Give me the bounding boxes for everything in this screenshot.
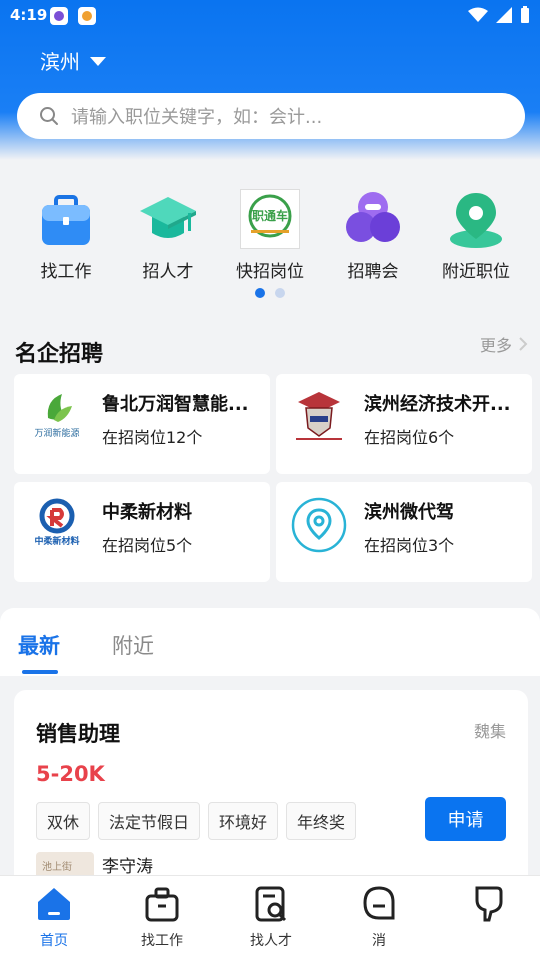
company-job-count: 在招岗位5个 — [102, 536, 193, 555]
company-logo — [290, 496, 348, 554]
nav-label: 找工作 — [141, 933, 183, 949]
bottom-nav: 首页 找工作 找人才 消 — [0, 875, 540, 960]
job-title: 销售助理 — [36, 722, 120, 746]
job-location: 魏集 — [473, 722, 506, 741]
more-label: 更多 — [479, 336, 512, 355]
zhitongche-logo-icon: 职通车 — [240, 189, 300, 249]
quick-item-job-fair[interactable]: 招聘会 — [319, 185, 427, 282]
map-pin-icon — [446, 189, 506, 249]
city-label: 滨州 — [40, 50, 80, 74]
company-job-count: 在招岗位3个 — [364, 536, 455, 555]
company-job-count: 在招岗位6个 — [364, 428, 455, 447]
quick-item-nearby-jobs[interactable]: 附近职位 — [422, 185, 530, 282]
job-tag: 双休 — [36, 802, 91, 840]
company-name: 中柔新材料 — [102, 502, 192, 523]
app-notification-icon — [50, 7, 68, 25]
profile-icon — [467, 884, 507, 924]
chat-icon — [359, 884, 399, 924]
job-salary: 5-20K — [36, 762, 105, 786]
job-tag: 年终奖 — [286, 802, 357, 840]
tab-latest[interactable]: 最新 — [18, 630, 60, 660]
nav-profile[interactable] — [452, 884, 522, 930]
wifi-icon — [468, 7, 488, 22]
app-notification-icon — [78, 7, 96, 25]
company-card[interactable]: 滨州经济技术开... 在招岗位6个 — [276, 374, 532, 474]
nav-label: 消 — [372, 933, 386, 949]
briefcase-icon — [36, 189, 96, 249]
job-tag: 法定节假日 — [98, 802, 201, 840]
company-card[interactable]: 滨州微代驾 在招岗位3个 — [276, 482, 532, 582]
company-name: 鲁北万润智慧能... — [102, 394, 249, 415]
quick-item-label: 附近职位 — [442, 262, 510, 282]
nav-find-talent[interactable]: 找人才 — [236, 884, 306, 950]
signal-icon — [496, 7, 512, 23]
battery-icon — [521, 6, 529, 23]
tab-nearby[interactable]: 附近 — [112, 630, 154, 660]
nav-messages[interactable]: 消 — [344, 884, 414, 950]
recruiter-name: 李守涛 — [102, 857, 153, 877]
company-job-count: 在招岗位12个 — [102, 428, 203, 447]
quick-item-label: 快招岗位 — [236, 262, 304, 282]
quick-item-label: 招聘会 — [347, 262, 399, 282]
company-logo: 中柔新材料 — [28, 496, 86, 554]
logo-caption: 中柔新材料 — [34, 535, 79, 547]
company-name: 滨州微代驾 — [364, 502, 454, 523]
nav-label: 找人才 — [250, 933, 292, 949]
quick-item-fast-jobs[interactable]: 职通车 快招岗位 — [216, 185, 324, 282]
quick-item-recruit[interactable]: 招人才 — [114, 185, 222, 282]
quick-item-find-job[interactable]: 找工作 — [12, 185, 120, 282]
briefcase-outline-icon — [142, 884, 182, 924]
tabs-bar — [0, 608, 540, 676]
search-icon — [40, 107, 58, 125]
status-time: 4:19 — [10, 6, 48, 24]
apply-button[interactable]: 申请 — [425, 797, 506, 841]
page-indicator — [0, 288, 540, 298]
quick-menu: 找工作 招人才 职通车 快招岗位 招聘会 附近职位 — [0, 185, 540, 295]
logo-text: 职通车 — [252, 208, 288, 223]
chevron-down-icon — [90, 57, 106, 66]
nav-home[interactable]: 首页 — [19, 884, 89, 950]
company-logo: 万润新能源 — [28, 388, 86, 446]
home-icon — [34, 884, 74, 924]
section-title: 名企招聘 — [15, 342, 104, 367]
circles-icon — [343, 189, 403, 249]
chevron-right-icon — [519, 337, 528, 351]
job-tag: 环境好 — [208, 802, 279, 840]
company-card[interactable]: 中柔新材料 中柔新材料 在招岗位5个 — [14, 482, 270, 582]
search-bar[interactable]: 请输入职位关键字，如：会计... — [17, 93, 525, 139]
status-bar: 4:19 — [0, 0, 540, 32]
tab-indicator — [22, 670, 58, 674]
job-card[interactable]: 销售助理 魏集 5-20K 双休 法定节假日 环境好 年终奖 申请 池上街 李守… — [14, 690, 528, 890]
graduation-cap-icon — [138, 189, 198, 249]
quick-item-label: 招人才 — [142, 262, 194, 282]
page-dot — [275, 288, 285, 298]
city-selector[interactable]: 滨州 — [40, 46, 106, 75]
company-card[interactable]: 万润新能源 鲁北万润智慧能... 在招岗位12个 — [14, 374, 270, 474]
company-logo — [290, 388, 348, 446]
document-search-icon — [251, 884, 291, 924]
nav-find-job[interactable]: 找工作 — [127, 884, 197, 950]
search-input[interactable]: 请输入职位关键字，如：会计... — [71, 103, 322, 129]
more-button[interactable]: 更多 — [480, 332, 528, 356]
job-tags: 双休 法定节假日 环境好 年终奖 — [36, 802, 357, 840]
company-name: 滨州经济技术开... — [364, 394, 511, 415]
logo-caption: 万润新能源 — [34, 427, 79, 439]
status-icons — [468, 6, 530, 24]
quick-item-label: 找工作 — [40, 262, 92, 282]
nav-label: 首页 — [40, 933, 68, 949]
page-dot-active — [255, 288, 265, 298]
